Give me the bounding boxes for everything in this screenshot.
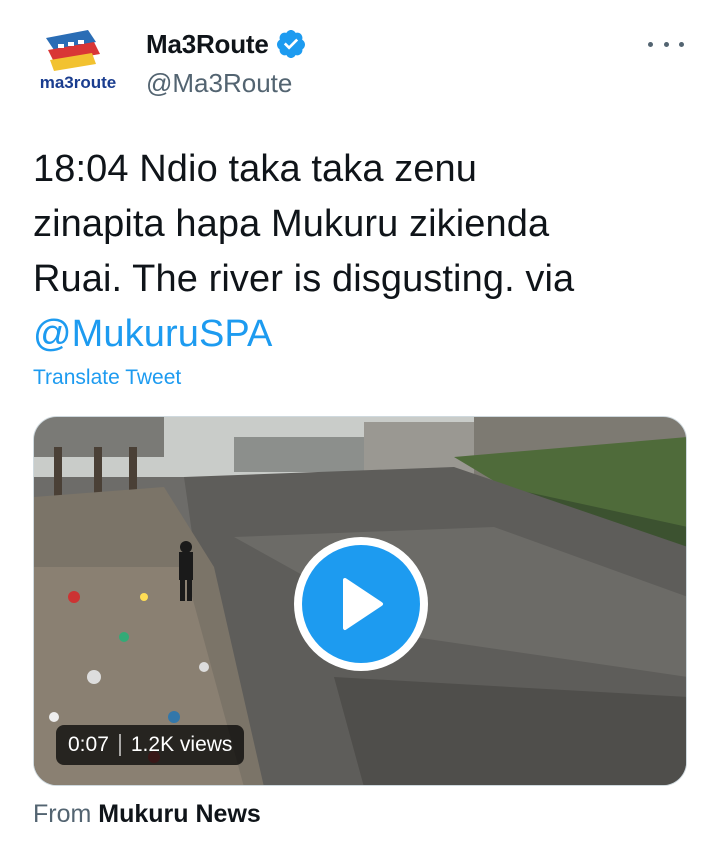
ma3route-logo: ma3route	[40, 30, 117, 92]
more-options-icon[interactable]	[648, 36, 684, 52]
tweet-text-line: 18:04 Ndio taka taka zenu	[33, 148, 478, 190]
mention-link[interactable]: @MukuruSPA	[33, 307, 693, 362]
media-source: From Mukuru News	[33, 800, 261, 829]
source-prefix: From	[33, 800, 92, 828]
author-display-name[interactable]: Ma3Route	[146, 28, 307, 60]
video-duration: 0:07	[68, 733, 109, 756]
tweet-card: ma3route Ma3Route @Ma3Route 18:04 Ndio t…	[0, 0, 720, 861]
tweet-text: 18:04 Ndio taka taka zenu zinapita hapa …	[33, 142, 693, 362]
tweet-text-line: Ruai. The river is disgusting. via	[33, 258, 575, 300]
video-player[interactable]: 0:07 1.2K views	[33, 416, 687, 786]
avatar-logo-text: ma3route	[40, 73, 117, 92]
meta-divider	[118, 734, 121, 756]
more-dot	[648, 41, 653, 47]
video-meta-badge: 0:07 1.2K views	[56, 725, 245, 765]
tweet-text-line: zinapita hapa Mukuru zikienda	[33, 203, 550, 245]
author-handle[interactable]: @Ma3Route	[146, 68, 292, 99]
more-dot	[679, 41, 684, 47]
source-name-link[interactable]: Mukuru News	[98, 800, 261, 828]
translate-tweet-link[interactable]: Translate Tweet	[33, 366, 181, 390]
more-dot	[663, 41, 669, 47]
verified-badge-icon	[276, 30, 305, 58]
play-icon	[343, 578, 383, 630]
play-button-inner	[302, 545, 420, 663]
play-button[interactable]	[294, 537, 428, 671]
video-views: 1.2K views	[130, 733, 233, 756]
author-avatar[interactable]: ma3route	[30, 26, 126, 98]
display-name-text: Ma3Route	[146, 28, 269, 59]
